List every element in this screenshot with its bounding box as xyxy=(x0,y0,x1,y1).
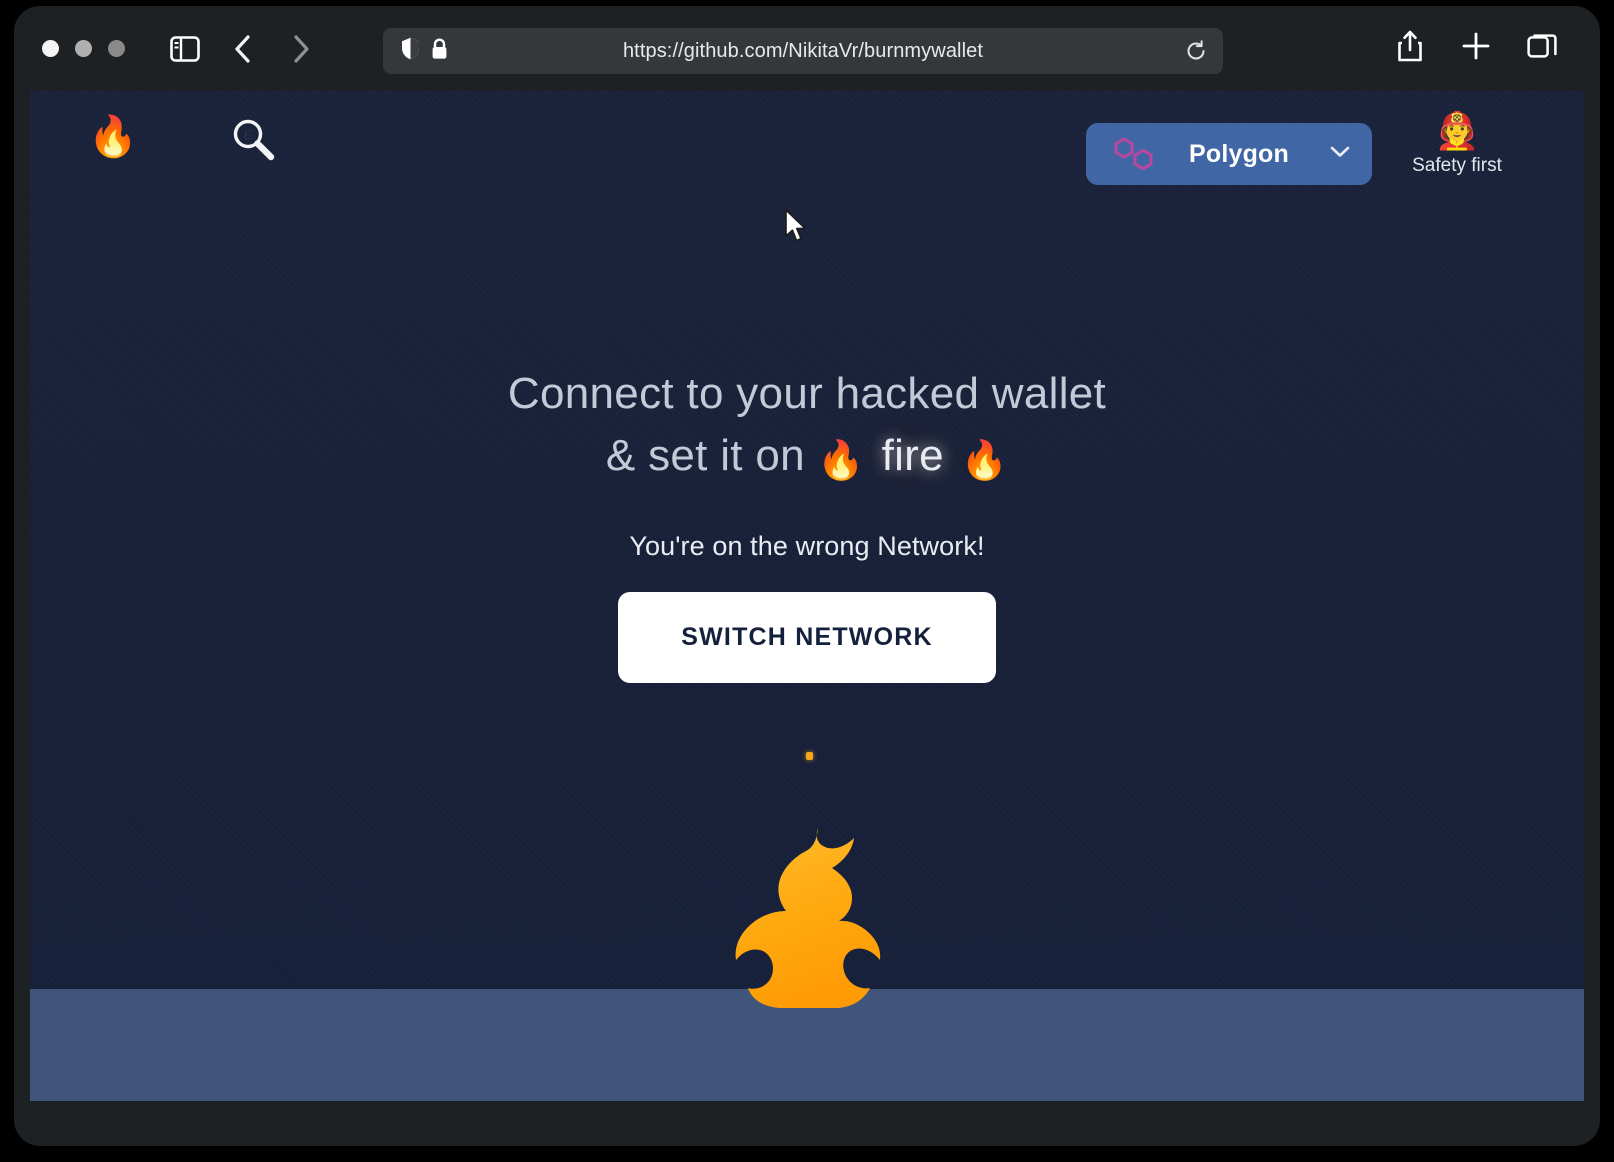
svg-text:E: E xyxy=(244,128,252,142)
hero-fire-word: fire xyxy=(881,431,944,481)
tab-overview-icon[interactable] xyxy=(1524,28,1560,64)
page-content: 🔥 E Polygon xyxy=(30,91,1584,1101)
ember-particle xyxy=(806,752,813,760)
network-status-block: You're on the wrong Network! SWITCH NETW… xyxy=(30,531,1584,683)
hero-line-2: & set it on 🔥 fire 🔥 xyxy=(30,425,1584,489)
site-header: 🔥 E Polygon xyxy=(30,91,1584,211)
campfire-flame-graphic xyxy=(702,824,912,1009)
fire-emoji-right: 🔥 xyxy=(960,440,1009,483)
privacy-shield-icon[interactable] xyxy=(401,37,420,65)
window-controls xyxy=(42,40,125,57)
network-selector[interactable]: Polygon xyxy=(1086,123,1372,185)
maximize-window-button[interactable] xyxy=(108,40,125,57)
close-window-button[interactable] xyxy=(42,40,59,57)
hero-line-1: Connect to your hacked wallet xyxy=(507,369,1107,418)
forward-button[interactable] xyxy=(283,31,319,67)
mouse-cursor xyxy=(784,209,810,245)
plus-icon[interactable] xyxy=(1458,28,1494,64)
url-text: https://github.com/NikitaVr/burnmywallet xyxy=(622,39,984,62)
reload-button[interactable] xyxy=(1179,34,1213,68)
safety-badge: 🧑‍🚒 Safety first xyxy=(1392,111,1522,177)
toolbar-actions xyxy=(1392,28,1560,64)
wrong-network-message: You're on the wrong Network! xyxy=(629,531,985,561)
etherscan-search-icon[interactable]: E xyxy=(226,113,282,169)
lock-icon xyxy=(431,38,448,65)
share-icon[interactable] xyxy=(1392,28,1428,64)
browser-toolbar: https://github.com/NikitaVr/burnmywallet xyxy=(14,6,1600,91)
safety-label: Safety first xyxy=(1412,154,1502,176)
chevron-down-icon[interactable] xyxy=(1330,145,1350,163)
switch-network-button[interactable]: SWITCH NETWORK xyxy=(618,592,996,683)
back-button[interactable] xyxy=(225,31,261,67)
browser-window: https://github.com/NikitaVr/burnmywallet xyxy=(14,6,1600,1146)
network-name: Polygon xyxy=(1188,139,1289,168)
address-bar-indicators xyxy=(401,37,448,65)
polygon-logo-icon xyxy=(1112,135,1156,173)
navigation-controls xyxy=(167,31,319,67)
address-bar[interactable]: https://github.com/NikitaVr/burnmywallet xyxy=(383,28,1223,74)
hero-line-2-prefix: & set it on xyxy=(605,431,805,481)
fire-logo-icon[interactable]: 🔥 xyxy=(88,117,138,157)
hero-headline: Connect to your hacked wallet & set it o… xyxy=(30,363,1584,489)
firefighter-icon: 🧑‍🚒 xyxy=(1434,110,1480,151)
sidebar-toggle-icon[interactable] xyxy=(167,31,203,67)
minimize-window-button[interactable] xyxy=(75,40,92,57)
fire-emoji-left: 🔥 xyxy=(817,440,866,483)
